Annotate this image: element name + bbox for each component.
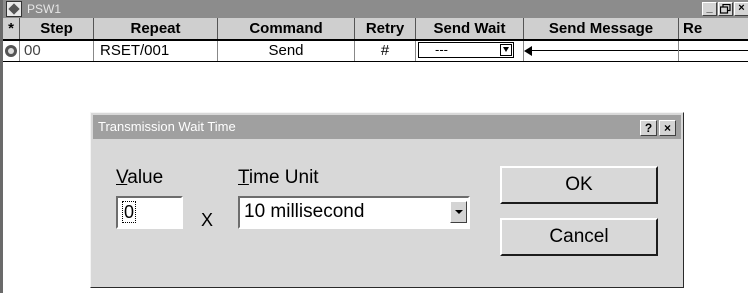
help-button[interactable]: ? — [640, 120, 657, 136]
send-wait-cell[interactable]: --- — [416, 41, 524, 61]
arrow-line-continued — [679, 50, 748, 51]
dialog-titlebar[interactable]: Transmission Wait Time ? × — [93, 115, 681, 139]
column-header-command[interactable]: Command — [218, 18, 355, 39]
value-label-text: alue — [127, 167, 164, 188]
restore-icon — [719, 3, 731, 14]
column-header-retry[interactable]: Retry — [355, 18, 416, 39]
multiply-sign: X — [201, 210, 214, 230]
command-cell[interactable]: Send — [218, 41, 355, 61]
re-cell[interactable] — [679, 41, 748, 61]
column-header-send-wait[interactable]: Send Wait — [416, 18, 524, 39]
send-message-cell[interactable] — [524, 41, 679, 61]
cancel-button[interactable]: Cancel — [500, 218, 658, 256]
column-header-repeat[interactable]: Repeat — [94, 18, 218, 39]
row-status-cell — [3, 41, 20, 61]
value-label: Value — [116, 167, 163, 189]
column-header-send-message[interactable]: Send Message — [524, 18, 679, 39]
window-title: PSW1 — [27, 2, 62, 16]
column-header-step[interactable]: Step — [20, 18, 94, 39]
chevron-down-icon[interactable] — [450, 201, 467, 223]
column-header-marker[interactable]: * — [3, 18, 20, 39]
ok-button[interactable]: OK — [500, 166, 658, 204]
column-header-re[interactable]: Re — [679, 18, 748, 39]
close-button[interactable]: × — [734, 2, 748, 16]
psw1-window: PSW1 _ × * Step Repeat Command Retry Sen… — [0, 0, 748, 293]
send-wait-value: --- — [435, 42, 448, 57]
step-cell[interactable]: 00 — [20, 41, 94, 61]
table-row[interactable]: 00 RSET/001 Send # --- — [3, 41, 748, 62]
row-status-icon — [5, 45, 17, 57]
arrow-line — [530, 50, 678, 51]
send-wait-dropdown-icon[interactable] — [500, 44, 512, 56]
repeat-cell[interactable]: RSET/001 — [94, 41, 218, 61]
time-unit-select[interactable]: 10 millisecond — [238, 196, 470, 229]
arrow-left-icon — [524, 46, 532, 56]
value-input[interactable]: 0 — [116, 196, 183, 229]
restore-button[interactable] — [718, 2, 733, 16]
time-unit-label-mnemonic: T — [238, 167, 249, 188]
window-titlebar[interactable]: PSW1 _ × — [3, 0, 748, 18]
minimize-button[interactable]: _ — [702, 2, 717, 16]
transmission-wait-time-dialog: Transmission Wait Time ? × Value 0 X Tim… — [90, 112, 684, 288]
time-unit-label-text: ime Unit — [248, 167, 319, 188]
grid-header: * Step Repeat Command Retry Send Wait Se… — [3, 18, 748, 41]
retry-cell[interactable]: # — [355, 41, 416, 61]
dialog-title: Transmission Wait Time — [98, 119, 236, 134]
send-wait-field[interactable]: --- — [418, 42, 514, 58]
value-input-text: 0 — [122, 201, 137, 223]
value-label-mnemonic: V — [116, 167, 128, 188]
app-icon[interactable] — [6, 1, 22, 17]
dialog-close-button[interactable]: × — [659, 120, 676, 136]
time-unit-label: Time Unit — [238, 167, 319, 189]
time-unit-selected: 10 millisecond — [244, 201, 365, 222]
